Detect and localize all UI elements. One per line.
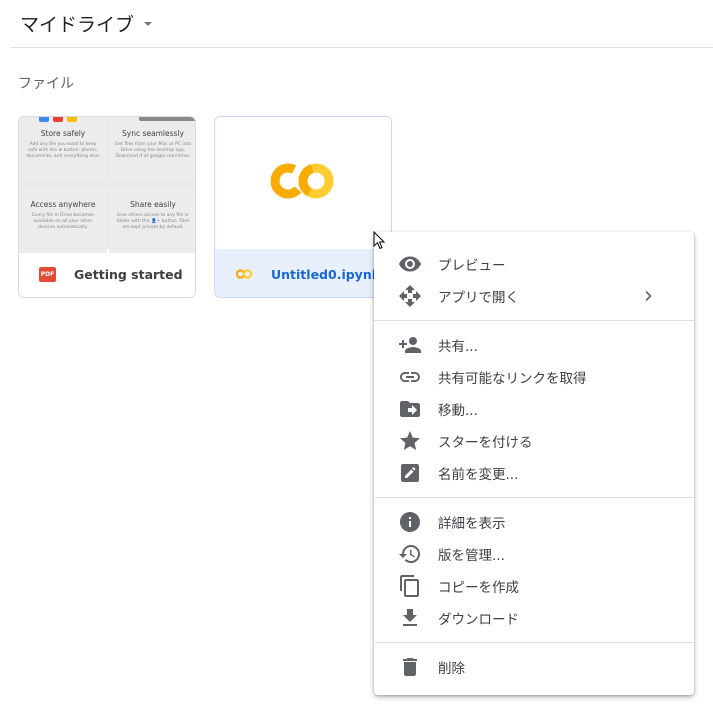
download-icon	[398, 606, 422, 630]
file-card-untitled-ipynb[interactable]: Untitled0.ipynb	[214, 116, 392, 298]
move-folder-icon	[398, 397, 422, 421]
my-drive-dropdown[interactable]: マイドライブ	[20, 10, 156, 37]
colab-icon	[235, 269, 253, 279]
menu-item-get-link[interactable]: 共有可能なリンクを取得	[374, 361, 694, 393]
page-title: マイドライブ	[20, 14, 135, 36]
chevron-right-icon	[645, 290, 652, 302]
pdf-icon: PDF	[39, 266, 56, 282]
menu-item-star[interactable]: スターを付ける	[374, 425, 694, 457]
file-name: Untitled0.ipynb	[271, 266, 381, 282]
section-label: ファイル	[18, 76, 74, 92]
menu-item-label: プレビュー	[438, 258, 506, 274]
thumb-color-tabs	[39, 117, 77, 122]
file-name: Getting started	[74, 266, 183, 282]
thumb-quad-desc: Get files from your Mac or PC into Drive…	[115, 142, 192, 159]
header: マイドライブ	[10, 0, 713, 48]
menu-item-label: 版を管理...	[438, 548, 505, 564]
menu-item-make-copy[interactable]: コピーを作成	[374, 570, 694, 602]
thumb-quad-share: Share easily Give others access to any f…	[109, 188, 195, 253]
menu-item-label: ダウンロード	[438, 612, 519, 628]
menu-item-label: アプリで開く	[438, 290, 519, 306]
menu-item-label: コピーを作成	[438, 580, 519, 596]
menu-divider	[374, 642, 694, 643]
info-icon	[398, 510, 422, 534]
eye-icon	[398, 252, 422, 276]
star-icon	[398, 429, 422, 453]
open-with-icon	[398, 284, 422, 308]
menu-item-rename[interactable]: 名前を変更...	[374, 457, 694, 489]
file-card-footer: PDF Getting started	[19, 249, 195, 297]
menu-item-move[interactable]: 移動...	[374, 393, 694, 425]
caret-down-icon	[140, 16, 156, 32]
thumb-quad-desc: Every file in Drive becomes available on…	[32, 213, 94, 230]
menu-item-label: 移動...	[438, 403, 478, 419]
menu-item-label: スターを付ける	[438, 435, 533, 451]
copy-icon	[398, 574, 422, 598]
menu-divider	[374, 320, 694, 321]
file-card-footer: Untitled0.ipynb	[215, 249, 391, 297]
file-thumbnail	[215, 117, 391, 249]
menu-item-delete[interactable]: 削除	[374, 651, 694, 683]
drive-page: マイドライブ ファイル Store safely Add any file yo…	[0, 0, 713, 719]
thumb-quad-desc: Give others access to any file or folder…	[116, 213, 190, 230]
colab-logo-icon	[270, 163, 334, 199]
menu-item-share[interactable]: 共有...	[374, 329, 694, 361]
mouse-pointer-icon	[373, 231, 386, 250]
history-icon	[398, 542, 422, 566]
menu-item-label: 削除	[438, 661, 465, 677]
menu-item-manage-versions[interactable]: 版を管理...	[374, 538, 694, 570]
thumb-gray-bar	[139, 117, 195, 121]
thumb-quad-title: Access anywhere	[30, 200, 96, 209]
menu-item-preview[interactable]: プレビュー	[374, 248, 694, 280]
context-menu: プレビュー アプリで開く 共有... 共有可能なリンクを取得 移動... スター…	[374, 232, 694, 695]
file-card-getting-started[interactable]: Store safely Add any file you want to ke…	[18, 116, 196, 298]
thumb-quad-access: Access anywhere Every file in Drive beco…	[19, 188, 107, 253]
thumb-quad-title: Share easily	[130, 200, 176, 209]
menu-item-label: 詳細を表示	[438, 516, 506, 532]
thumb-quad-store: Store safely Add any file you want to ke…	[19, 117, 107, 182]
menu-item-label: 共有可能なリンクを取得	[438, 371, 587, 387]
menu-item-label: 共有...	[438, 339, 478, 355]
menu-item-label: 名前を変更...	[438, 467, 519, 483]
link-icon	[398, 365, 422, 389]
thumb-quad-desc: Add any file you want to keep safe with …	[25, 142, 101, 159]
person-add-icon	[398, 333, 422, 357]
menu-item-details[interactable]: 詳細を表示	[374, 506, 694, 538]
rename-icon	[398, 461, 422, 485]
menu-item-open-with[interactable]: アプリで開く	[374, 280, 694, 312]
thumb-quad-sync: Sync seamlessly Get files from your Mac …	[109, 117, 195, 182]
file-thumbnail: Store safely Add any file you want to ke…	[19, 117, 195, 253]
menu-item-download[interactable]: ダウンロード	[374, 602, 694, 634]
thumb-quad-title: Sync seamlessly	[122, 129, 184, 138]
trash-icon	[398, 655, 422, 679]
thumb-quad-title: Store safely	[40, 129, 86, 138]
menu-divider	[374, 497, 694, 498]
